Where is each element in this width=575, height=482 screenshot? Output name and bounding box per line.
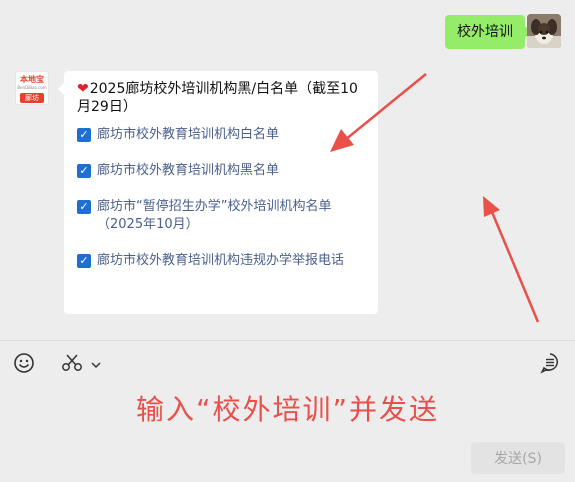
bendibao-avatar[interactable]: 本地宝 BenDiBao.com 廊坊 (15, 71, 49, 105)
chat-area: 校外培训 本地宝 BenDiBao.com 廊坊 ❤2025廊坊校外培训机构黑/… (0, 0, 575, 340)
input-divider (0, 340, 575, 341)
list-item-link[interactable]: 廊坊市校外教育培训机构违规办学举报电话 (97, 252, 344, 270)
avatar-site: BenDiBao.com (17, 85, 47, 90)
list-item-link[interactable]: 廊坊市校外教育培训机构白名单 (97, 126, 279, 144)
chat-history-icon[interactable] (540, 352, 560, 378)
check-icon: ✓ (77, 164, 91, 178)
input-instruction: 输入“校外培训”并发送 (135, 393, 439, 426)
avatar-city: 廊坊 (20, 93, 44, 103)
outgoing-message-bubble[interactable]: 校外培训 (445, 15, 531, 49)
list-item-link[interactable]: 廊坊市“暂停招生办学”校外培训机构名单（2025年10月） (97, 198, 366, 234)
heart-icon: ❤ (77, 81, 89, 97)
check-icon: ✓ (77, 200, 91, 214)
list-item-link[interactable]: 廊坊市校外教育培训机构黑名单 (97, 162, 279, 180)
outgoing-message-text: 校外培训 (457, 24, 513, 40)
list-item[interactable]: ✓ 廊坊市校外教育培训机构白名单 (77, 126, 366, 144)
check-icon: ✓ (77, 254, 91, 268)
avatar-brand: 本地宝 (20, 75, 44, 84)
link-list: ✓ 廊坊市校外教育培训机构白名单 ✓ 廊坊市校外教育培训机构黑名单 ✓ 廊坊市“… (77, 126, 366, 270)
list-item[interactable]: ✓ 廊坊市校外教育培训机构违规办学举报电话 (77, 252, 366, 270)
check-icon: ✓ (77, 128, 91, 142)
send-button[interactable]: 发送(S) (471, 442, 565, 474)
message-headline: ❤2025廊坊校外培训机构黑/白名单（截至10月29日） (77, 80, 366, 116)
list-item[interactable]: ✓ 廊坊市校外教育培训机构黑名单 (77, 162, 366, 180)
user-avatar[interactable] (527, 14, 561, 48)
scissors-icon[interactable] (61, 353, 83, 377)
incoming-message-bubble: ❤2025廊坊校外培训机构黑/白名单（截至10月29日） ✓ 廊坊市校外教育培训… (58, 71, 378, 314)
dog-avatar-image (527, 14, 561, 48)
emoji-icon[interactable] (13, 352, 35, 378)
chevron-down-icon[interactable] (90, 356, 102, 375)
headline-text: 2025廊坊校外培训机构黑/白名单（截至10月29日） (77, 81, 358, 115)
list-item[interactable]: ✓ 廊坊市“暂停招生办学”校外培训机构名单（2025年10月） (77, 198, 366, 234)
